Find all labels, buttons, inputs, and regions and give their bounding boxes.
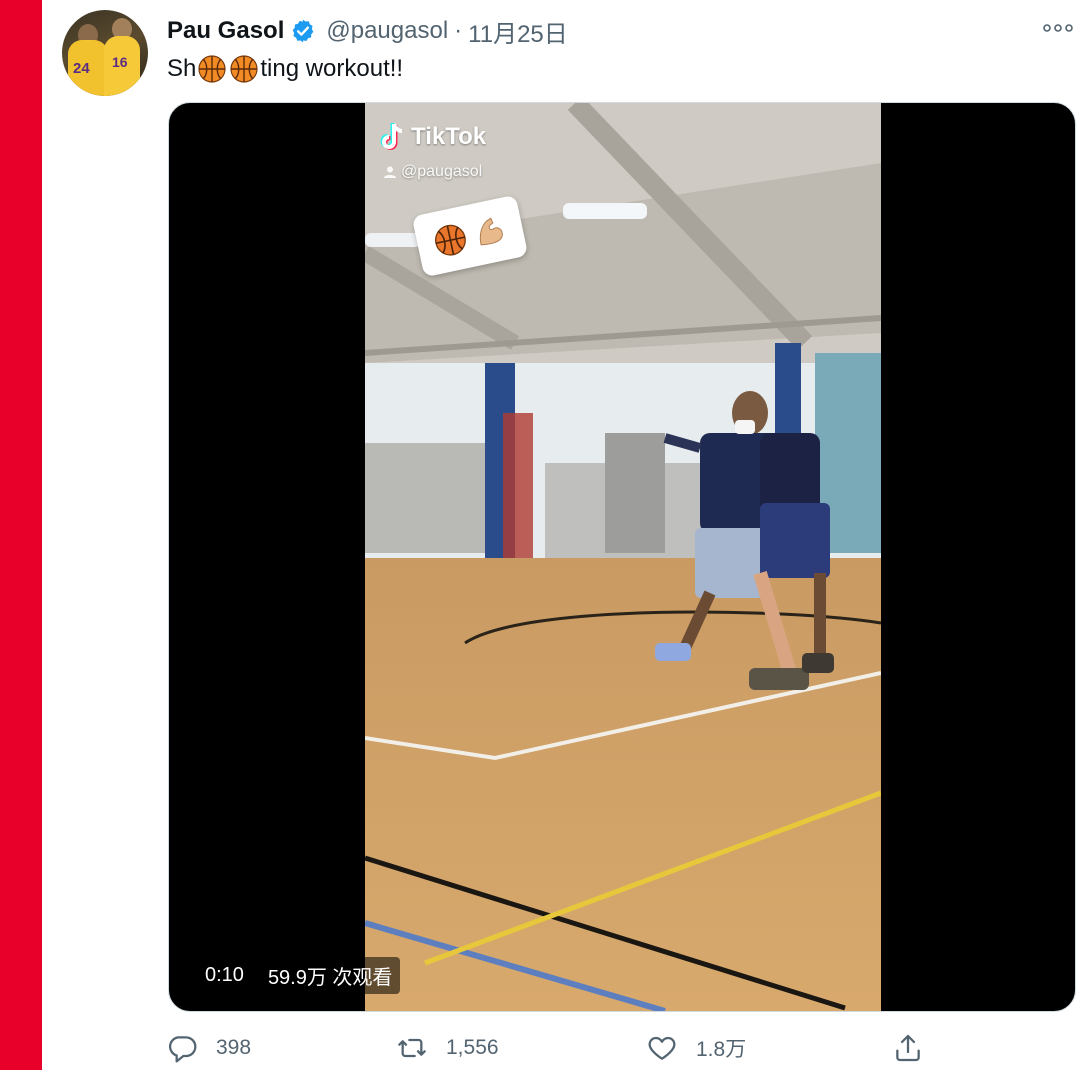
retweet-icon <box>396 1032 428 1064</box>
reply-button[interactable]: 398 <box>166 1030 251 1066</box>
video-duration: 0:10 <box>197 960 252 991</box>
tweet-date[interactable]: 11月25日 <box>468 14 568 49</box>
basketball-emoji-icon <box>197 54 227 84</box>
video-frame[interactable]: TikTok @paugasol <box>365 103 881 1011</box>
reply-count: 398 <box>216 1036 252 1059</box>
tweet-header: Pau Gasol @paugasol · 11月25日 <box>167 14 568 48</box>
tiktok-logo-icon <box>380 123 403 150</box>
tweet-text-prefix: Sh <box>167 55 197 82</box>
avatar[interactable]: 24 16 <box>62 10 148 96</box>
tiktok-username: @paugasol <box>383 163 482 181</box>
avatar-jersey-number: 16 <box>112 54 128 70</box>
separator-dot: · <box>454 17 463 44</box>
like-count: 1.8万 <box>696 1038 747 1061</box>
reply-icon <box>166 1032 198 1064</box>
avatar-jersey-number: 24 <box>73 60 90 77</box>
share-button[interactable] <box>892 1030 924 1066</box>
video-player[interactable]: TikTok @paugasol 0:10 59.9万 次观看 <box>168 102 1076 1012</box>
retweet-count: 1,556 <box>446 1036 499 1059</box>
tweet-text-suffix: ting workout!! <box>260 55 404 82</box>
tweet-actions: 398 1,556 1.8万 <box>166 1030 1066 1066</box>
basketball-emoji-icon <box>229 54 259 84</box>
user-icon <box>384 166 396 178</box>
share-icon <box>892 1032 924 1064</box>
verified-badge-icon <box>290 18 316 44</box>
tiktok-brand-label: TikTok <box>411 123 487 150</box>
red-side-bar <box>0 0 42 1070</box>
author-name[interactable]: Pau Gasol <box>167 17 284 45</box>
tiktok-username-label: @paugasol <box>401 163 483 180</box>
more-dots-icon <box>1043 24 1073 32</box>
tiktok-watermark: TikTok <box>379 121 486 153</box>
author-handle[interactable]: @paugasol <box>326 17 448 45</box>
video-view-count: 59.9万 次观看 <box>259 957 401 994</box>
tweet-text: Sh ting workout!! <box>167 52 403 86</box>
retweet-button[interactable]: 1,556 <box>396 1030 499 1066</box>
basketball-icon <box>435 224 466 256</box>
like-button[interactable]: 1.8万 <box>646 1030 746 1066</box>
more-options-button[interactable] <box>1040 16 1076 40</box>
heart-icon <box>646 1032 678 1064</box>
flexed-biceps-icon <box>479 217 503 246</box>
video-meta: 0:10 59.9万 次观看 <box>197 957 401 994</box>
